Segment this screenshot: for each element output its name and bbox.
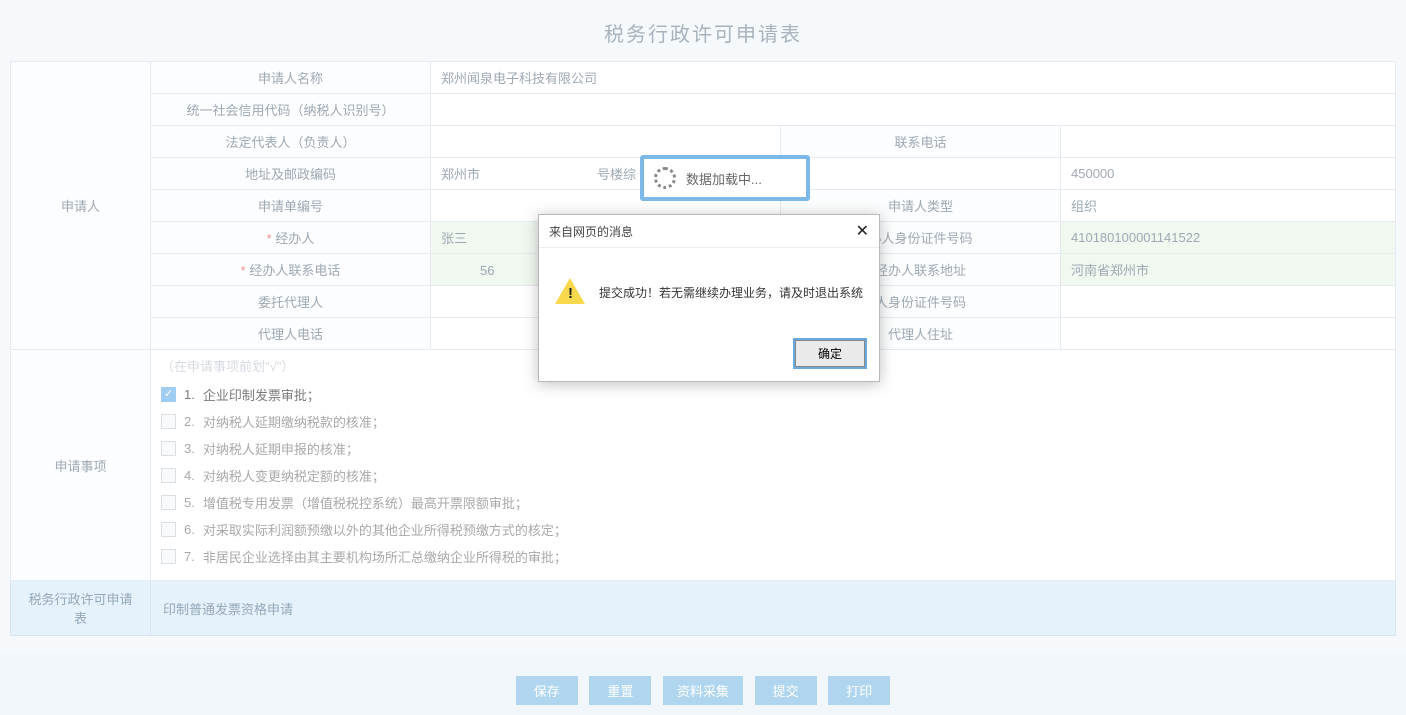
warning-icon: !	[555, 278, 585, 306]
dialog-message: 提交成功！若无需继续办理业务，请及时退出系统	[599, 284, 863, 301]
loading-text: 数据加载中...	[686, 169, 762, 188]
print-button[interactable]: 打印	[828, 676, 890, 705]
dialog-title: 来自网页的消息	[549, 223, 633, 240]
save-button[interactable]: 保存	[516, 676, 578, 705]
collect-button[interactable]: 资料采集	[663, 676, 743, 705]
ok-button[interactable]: 确定	[795, 340, 865, 367]
submit-button[interactable]: 提交	[755, 676, 817, 705]
spinner-icon	[654, 167, 676, 189]
loading-toast: 数据加载中...	[640, 155, 810, 201]
message-dialog: 来自网页的消息 ✕ ! 提交成功！若无需继续办理业务，请及时退出系统 确定	[538, 214, 880, 382]
close-icon[interactable]: ✕	[856, 221, 869, 241]
dialog-header: 来自网页的消息 ✕	[539, 215, 879, 248]
reset-button[interactable]: 重置	[589, 676, 651, 705]
